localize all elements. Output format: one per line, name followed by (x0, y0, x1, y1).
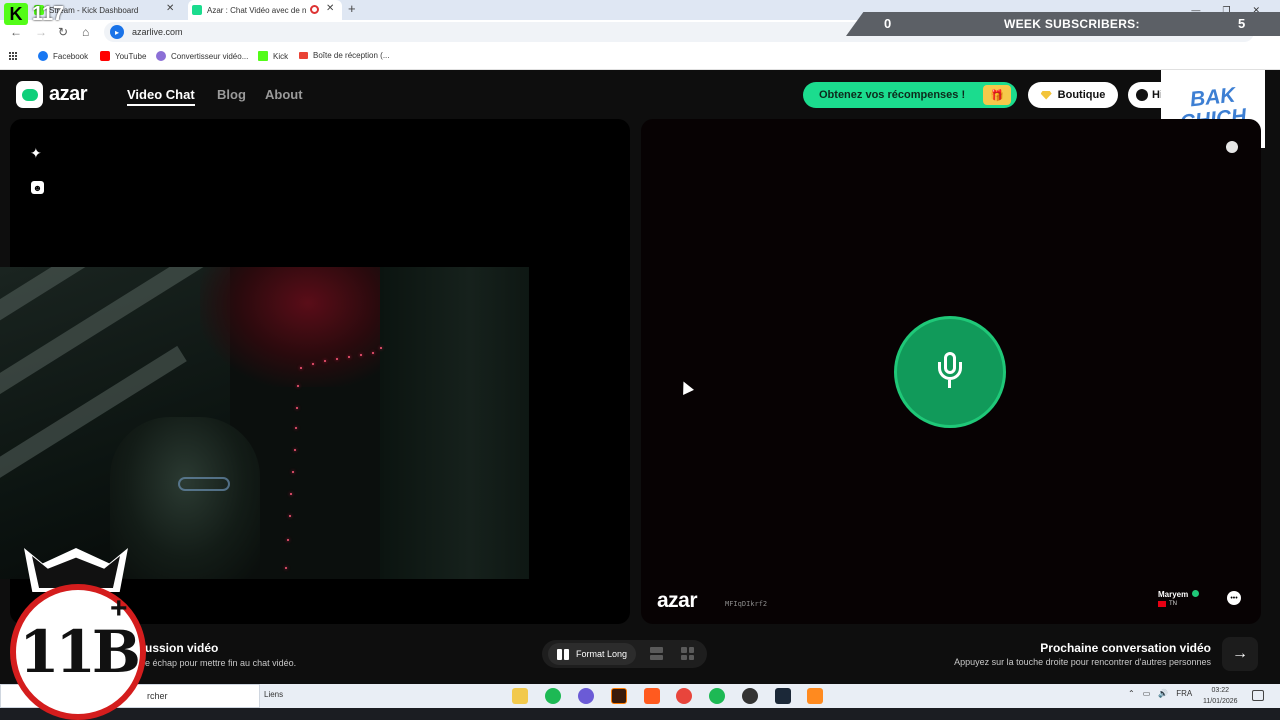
stream-bottom-strip (0, 708, 1280, 720)
webcam-feed (0, 267, 529, 579)
chrome-icon[interactable] (676, 688, 692, 704)
format-long-button[interactable]: Format Long (548, 643, 636, 665)
week-subscribers-title: WEEK SUBSCRIBERS: (1004, 17, 1140, 31)
back-arrow-icon[interactable]: ← (10, 25, 22, 39)
chevron-icon[interactable] (1226, 141, 1238, 153)
brave-icon[interactable] (644, 688, 660, 704)
volume-icon[interactable]: 🔊 (1158, 689, 1168, 698)
bookmarks-bar: Facebook YouTube Convertisseur vidéo... … (0, 44, 1280, 70)
chevron-up-icon[interactable]: ⌃ (1128, 689, 1135, 698)
partner-name: Maryem (1158, 590, 1200, 599)
facebook-icon (38, 51, 48, 61)
steam-icon[interactable] (775, 688, 791, 704)
tunisia-flag-icon (1158, 601, 1166, 607)
azar-favicon-icon (192, 5, 202, 15)
format-grid-button[interactable] (681, 647, 694, 660)
session-code: MFIqDIkrf2 (725, 600, 768, 608)
next-chat-title: Prochaine conversation vidéo (1040, 641, 1211, 655)
messenger-icon[interactable] (578, 688, 594, 704)
effects-sparkle-icon[interactable]: ✦ (30, 145, 42, 162)
kick-follower-badge: K 117 (4, 2, 74, 26)
format-long-icon (557, 648, 569, 660)
format-selector: Format Long (542, 640, 707, 668)
gmail-icon (299, 52, 308, 59)
kick-count: 117 (32, 2, 65, 25)
week-right-value: 5 (1238, 16, 1246, 31)
illustrator-icon[interactable] (611, 688, 627, 704)
rewards-button[interactable]: Obtenez vos récompenses ! 🎁 (803, 82, 1017, 108)
language-indicator[interactable]: FRA (1176, 689, 1192, 698)
microphone-button[interactable] (894, 316, 1006, 428)
bookmark-converter[interactable]: Convertisseur vidéo... (156, 51, 248, 61)
verified-icon (1192, 590, 1200, 597)
windows-taskbar: rcher Liens ⌃ ▭ 🔊 FRA 03:22 11/01/2026 (0, 684, 1280, 708)
spotify-icon-2[interactable] (709, 688, 725, 704)
kick-logo-icon: K (4, 3, 28, 25)
close-icon[interactable]: ✕ (166, 3, 174, 14)
bottom-controls: ussion vidéo e échap pour mettre fin au … (0, 625, 1280, 683)
microphone-icon (935, 352, 965, 392)
gem-icon (1040, 90, 1052, 100)
spotify-icon[interactable] (545, 688, 561, 704)
bookmark-facebook[interactable]: Facebook (38, 51, 88, 61)
format-stacked-button[interactable] (650, 647, 663, 660)
tab-azar[interactable]: Azar : Chat Vidéo avec de n ✕ (188, 0, 342, 20)
links-toolbar[interactable]: Liens (264, 690, 283, 699)
nav-video-chat[interactable]: Video Chat (127, 87, 195, 106)
new-tab-button[interactable]: + (348, 1, 356, 16)
obs-icon[interactable] (742, 688, 758, 704)
gift-icon: 🎁 (983, 85, 1011, 105)
face-filter-icon[interactable]: ☻ (31, 181, 44, 194)
clock-icon (1136, 89, 1148, 101)
converter-icon (156, 51, 166, 61)
chat-bubble-icon[interactable]: ••• (1227, 591, 1241, 605)
url-text: azarlive.com (132, 27, 183, 37)
reload-icon[interactable]: ↻ (58, 25, 68, 39)
recording-icon (310, 5, 319, 14)
home-icon[interactable]: ⌂ (82, 25, 89, 39)
nav-about[interactable]: About (265, 87, 303, 102)
file-explorer-icon[interactable] (512, 688, 528, 704)
system-tray: ⌃ ▭ 🔊 FRA (1128, 689, 1192, 698)
bookmark-kick[interactable]: Kick (258, 51, 288, 61)
partner-country: TN (1158, 601, 1177, 607)
apps-grid-icon[interactable] (9, 52, 18, 61)
bookmark-youtube[interactable]: YouTube (100, 51, 146, 61)
forward-arrow-icon[interactable]: → (35, 25, 47, 39)
azar-logo[interactable]: azar (16, 81, 88, 108)
network-icon[interactable]: ▭ (1143, 689, 1151, 698)
screen: Stream - Kick Dashboard ✕ Azar : Chat Vi… (0, 0, 1280, 720)
end-chat-hint: e échap pour mettre fin au chat vidéo. (145, 658, 297, 668)
week-subscribers-bar: 0 WEEK SUBSCRIBERS: 5 (846, 12, 1280, 36)
youtube-icon (100, 51, 110, 61)
next-chat-button[interactable]: → (1222, 637, 1258, 671)
azar-watermark: azar (657, 589, 698, 612)
site-info-icon[interactable]: ▸ (110, 25, 124, 39)
tab-title: Azar : Chat Vidéo avec de n (207, 5, 307, 15)
vlc-icon[interactable] (807, 688, 823, 704)
kick-icon (258, 51, 268, 61)
partner-video-panel: azar MFIqDIkrf2 Maryem TN ••• (641, 119, 1261, 624)
brand-11b-logo: 11B + (10, 548, 146, 720)
next-chat-hint: Appuyez sur la touche droite pour rencon… (954, 657, 1211, 667)
notification-icon[interactable] (1252, 690, 1264, 701)
close-icon[interactable]: ✕ (326, 3, 334, 14)
azar-logo-icon (16, 81, 43, 108)
nav-blog[interactable]: Blog (217, 87, 246, 102)
end-chat-title: ussion vidéo (145, 641, 219, 655)
azar-header: azar Video Chat Blog About Obtenez vos r… (0, 70, 1280, 118)
bookmark-gmail[interactable]: Boîte de réception (... (299, 51, 390, 60)
shop-button[interactable]: Boutique (1028, 82, 1118, 108)
taskbar-clock[interactable]: 03:22 11/01/2026 (1203, 685, 1238, 707)
week-left-value: 0 (884, 16, 892, 31)
glasses-shape (178, 477, 230, 491)
